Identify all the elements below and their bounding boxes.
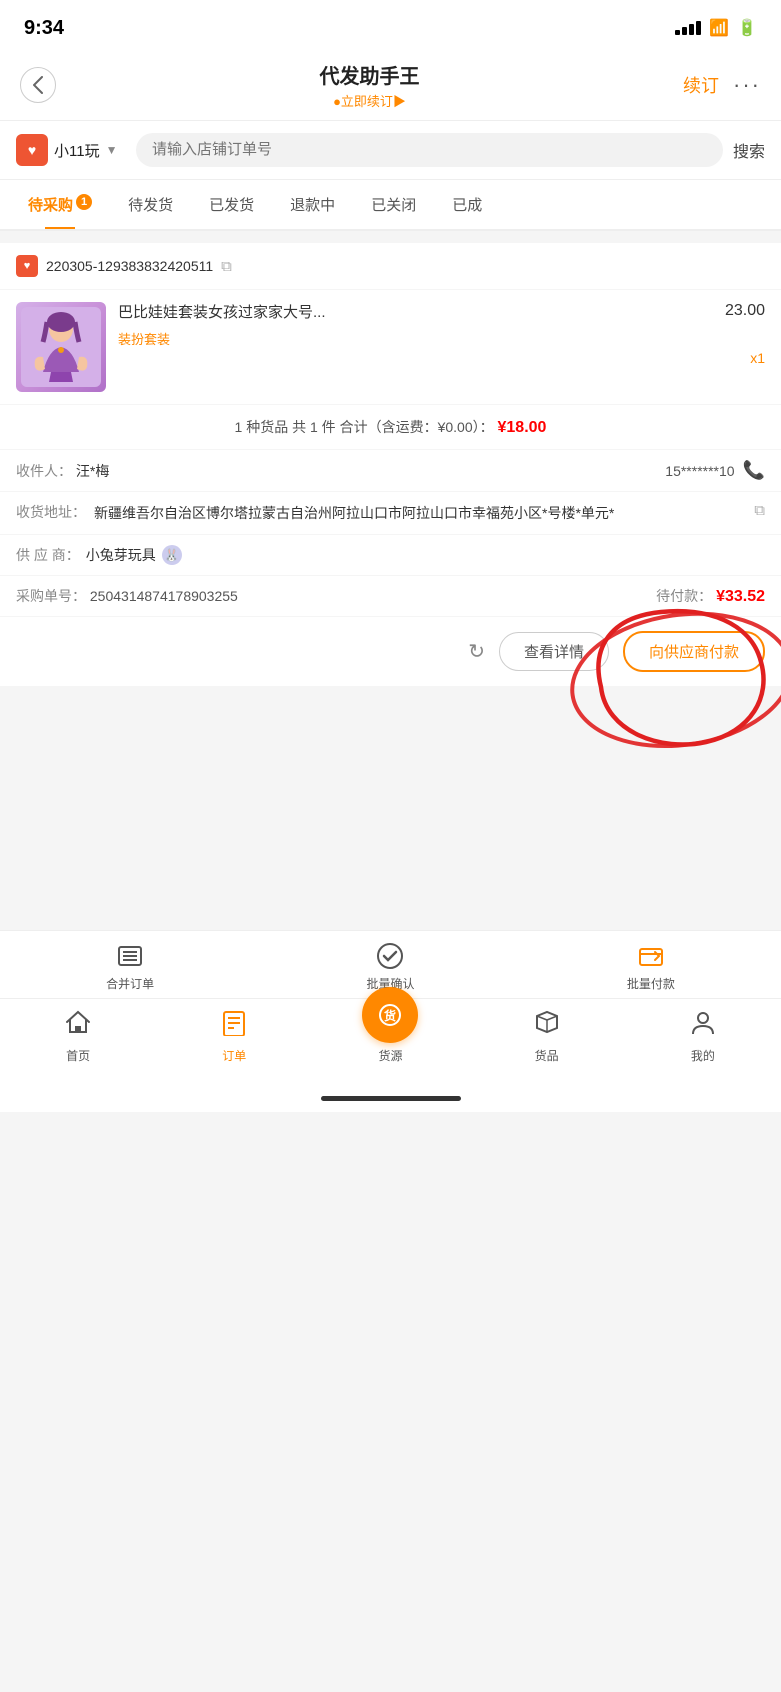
status-time: 9:34 — [24, 17, 64, 40]
bottom-nav: 首页 订单 货 货源 — [0, 998, 781, 1084]
merge-orders-label: 合并订单 — [106, 975, 154, 992]
batch-pay-label: 批量付款 — [627, 975, 675, 992]
receiver-name: 汪*梅 — [76, 463, 109, 479]
summary-row: 1 种货品 共 1 件 合计（含运费：¥0.00）： ¥18.00 — [0, 405, 781, 450]
back-button[interactable] — [20, 67, 56, 103]
detail-button[interactable]: 查看详情 — [499, 632, 609, 671]
nav-home-label: 首页 — [66, 1047, 90, 1064]
action-row: ↻ 查看详情 向供应商付款 — [0, 617, 781, 686]
dropdown-arrow-icon: ▼ — [106, 143, 118, 157]
batch-pay-icon — [636, 941, 666, 971]
merge-orders-icon — [115, 941, 145, 971]
orders-icon — [220, 1008, 248, 1043]
product-image-inner — [16, 302, 106, 392]
mine-icon — [689, 1008, 717, 1043]
tab-refund[interactable]: 退款中 — [272, 180, 353, 229]
product-name: 巴比娃娃套装女孩过家家大号... — [118, 302, 713, 323]
search-input[interactable] — [152, 141, 707, 158]
status-icons: 📶 🔋 — [675, 18, 757, 38]
receiver-row: 收件人： 汪*梅 15*******10 📞 — [0, 450, 781, 492]
store-selector[interactable]: ♥ 小11玩 ▼ — [16, 134, 126, 166]
signal-icon — [675, 21, 701, 35]
supplier-icon: 🐰 — [162, 545, 182, 565]
product-image — [16, 302, 106, 392]
tab-closed[interactable]: 已关闭 — [353, 180, 434, 229]
supply-icon: 货 — [362, 987, 418, 1043]
product-tag: 装扮套装 — [118, 329, 170, 348]
nav-item-supply[interactable]: 货 货源 — [350, 1007, 430, 1064]
content-area: ♥ 220305-129383832420511 ⧉ — [0, 231, 781, 710]
tab-nav: 待采购1 待发货 已发货 退款中 已关闭 已成 — [0, 180, 781, 231]
nav-right: 续订 ··· — [683, 72, 761, 98]
nav-item-home[interactable]: 首页 — [38, 1008, 118, 1064]
page-title: 代发助手王 — [320, 60, 420, 89]
purchase-row: 采购单号： 2504314874178903255 待付款： ¥33.52 — [0, 576, 781, 617]
nav-item-goods[interactable]: 货品 — [507, 1008, 587, 1064]
copy-icon[interactable]: ⧉ — [221, 258, 232, 275]
purchase-label: 采购单号： — [16, 588, 86, 604]
tab-pending-purchase[interactable]: 待采购1 — [10, 180, 110, 229]
nav-supply-label: 货源 — [378, 1047, 402, 1064]
address-label: 收货地址： — [16, 502, 86, 522]
search-button[interactable]: 搜索 — [733, 138, 765, 162]
nav-item-mine[interactable]: 我的 — [663, 1008, 743, 1064]
search-input-wrap[interactable] — [136, 133, 723, 167]
order-num-row: ♥ 220305-129383832420511 ⧉ — [0, 243, 781, 290]
nav-goods-label: 货品 — [535, 1047, 559, 1064]
more-button[interactable]: ··· — [733, 72, 761, 98]
toolbar-item-merge[interactable]: 合并订单 — [106, 941, 154, 992]
store-name: 小11玩 — [54, 140, 100, 161]
pay-button[interactable]: 向供应商付款 — [623, 631, 765, 672]
goods-icon — [533, 1008, 561, 1043]
tab-pending-ship[interactable]: 待发货 — [110, 180, 191, 229]
store-icon: ♥ — [16, 134, 48, 166]
nav-bar: 代发助手王 ●立即续订▶ 续订 ··· — [0, 50, 781, 121]
status-bar: 9:34 📶 🔋 — [0, 0, 781, 50]
toolbar-item-confirm[interactable]: 批量确认 — [366, 941, 414, 992]
refresh-icon[interactable]: ↻ — [468, 639, 485, 664]
wifi-icon: 📶 — [709, 18, 729, 38]
purchase-num: 2504314874178903255 — [90, 588, 238, 604]
product-qty: x1 — [725, 350, 765, 366]
pending-label: 待付款： — [656, 588, 712, 604]
product-price: 23.00 — [725, 302, 765, 320]
phone-number: 15*******10 — [665, 463, 734, 479]
nav-mine-label: 我的 — [691, 1047, 715, 1064]
svg-text:货: 货 — [384, 1008, 396, 1023]
tab-done[interactable]: 已成 — [434, 180, 500, 229]
search-bar: ♥ 小11玩 ▼ 搜索 — [0, 121, 781, 180]
home-indicator — [0, 1084, 781, 1112]
phone-row: 15*******10 📞 — [665, 460, 765, 481]
nav-title-block: 代发助手王 ●立即续订▶ — [320, 60, 420, 110]
product-price-qty: 23.00 x1 — [725, 302, 765, 366]
receiver-label: 收件人： — [16, 463, 72, 479]
battery-icon: 🔋 — [737, 18, 757, 38]
toolbar-item-pay[interactable]: 批量付款 — [627, 941, 675, 992]
nav-subtitle[interactable]: ●立即续订▶ — [320, 91, 420, 110]
order-card: ♥ 220305-129383832420511 ⧉ — [0, 243, 781, 686]
address-text: 新疆维吾尔自治区博尔塔拉蒙古自治州阿拉山口市阿拉山口市幸福苑小区*号楼*单元* — [94, 502, 738, 524]
summary-text: 1 种货品 共 1 件 合计（含运费：¥0.00）： — [235, 419, 494, 435]
product-row: 巴比娃娃套装女孩过家家大号... 装扮套装 23.00 x1 — [0, 290, 781, 405]
supplier-row: 供 应 商： 小兔芽玩具 🐰 — [0, 535, 781, 576]
address-row: 收货地址： 新疆维吾尔自治区博尔塔拉蒙古自治州阿拉山口市阿拉山口市幸福苑小区*号… — [0, 492, 781, 535]
order-store-icon: ♥ — [16, 255, 38, 277]
nav-item-orders[interactable]: 订单 — [194, 1008, 274, 1064]
product-info: 巴比娃娃套装女孩过家家大号... 装扮套装 — [118, 302, 713, 349]
supplier-name: 小兔芽玩具 — [86, 545, 156, 565]
tab-badge: 1 — [76, 194, 92, 210]
renew-button[interactable]: 续订 — [683, 72, 719, 98]
nav-orders-label: 订单 — [222, 1047, 246, 1064]
batch-confirm-icon — [375, 941, 405, 971]
phone-icon[interactable]: 📞 — [743, 460, 765, 481]
home-icon — [64, 1008, 92, 1043]
address-copy-icon[interactable]: ⧉ — [754, 502, 765, 519]
content-spacer — [0, 710, 781, 910]
pending-amount: ¥33.52 — [716, 588, 765, 605]
total-price: ¥18.00 — [498, 419, 547, 436]
home-bar — [321, 1096, 461, 1101]
supplier-label: 供 应 商： — [16, 545, 80, 565]
tab-shipped[interactable]: 已发货 — [191, 180, 272, 229]
order-number: 220305-129383832420511 — [46, 258, 213, 274]
